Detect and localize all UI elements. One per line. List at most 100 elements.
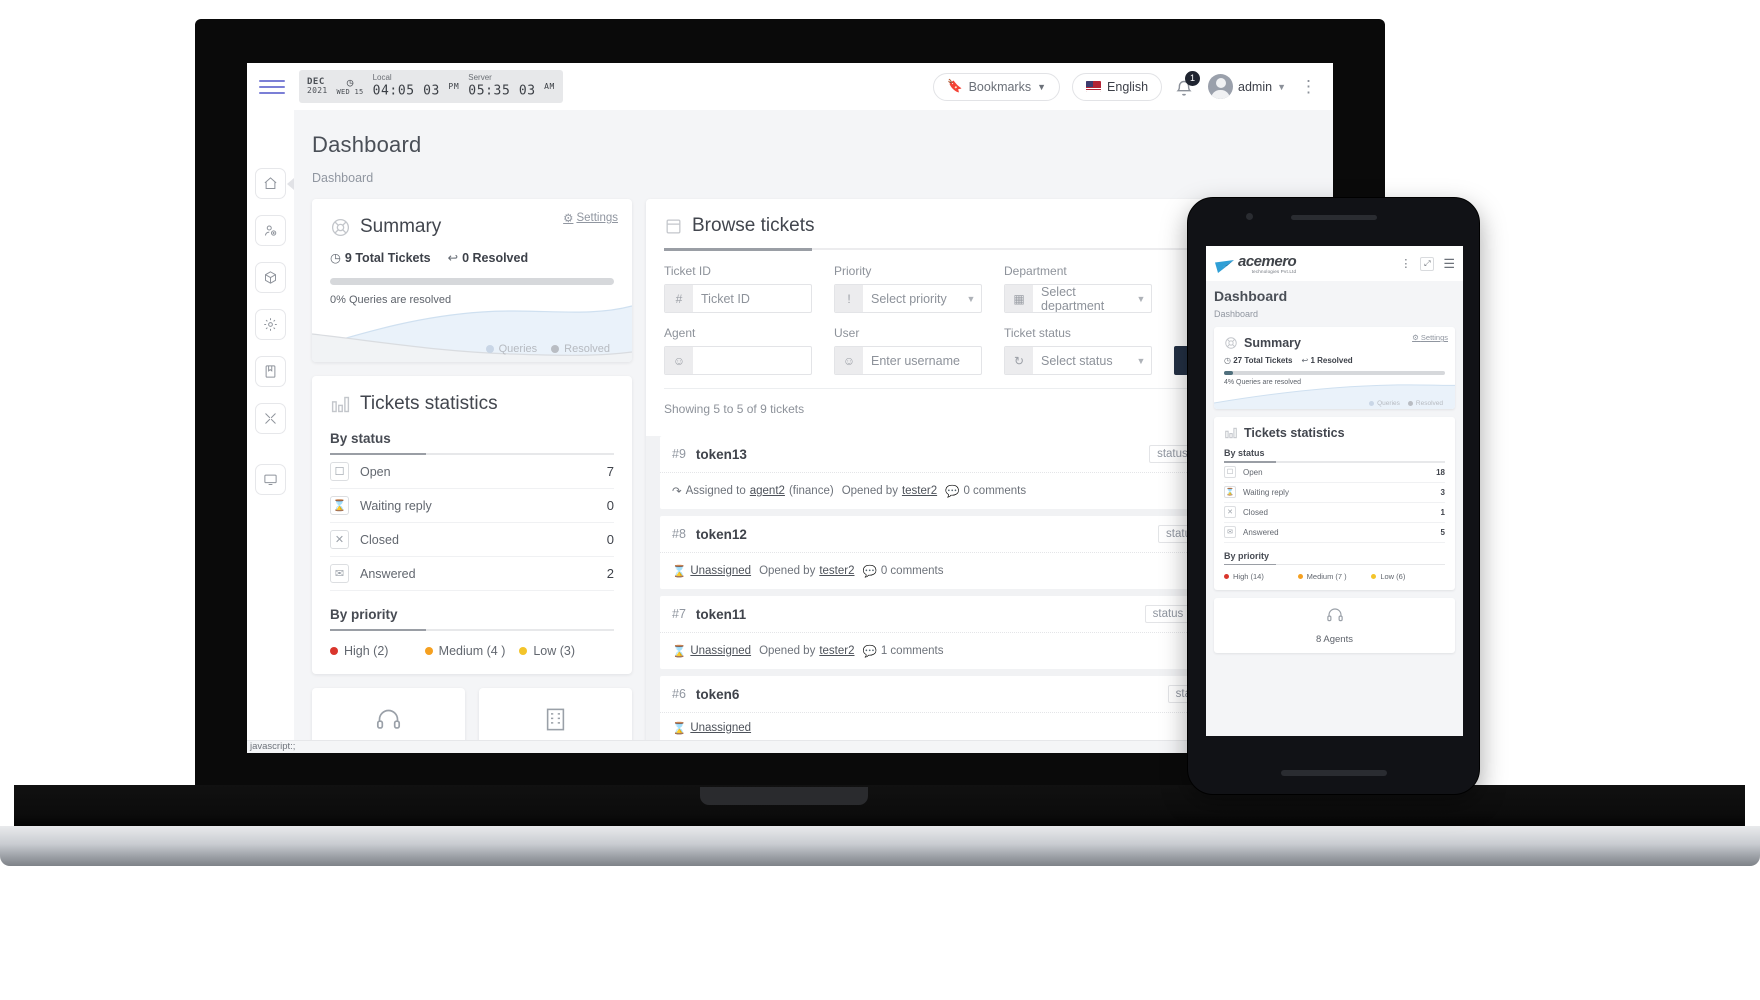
sidebar-item-users[interactable] (255, 215, 286, 246)
sidebar-item-settings[interactable] (255, 309, 286, 340)
opener-link[interactable]: tester2 (819, 565, 854, 577)
filter-label: User (834, 326, 860, 340)
hourglass-icon: ⌛ (672, 646, 687, 658)
expand-icon[interactable]: ⤢ (1420, 256, 1435, 271)
mobile-agents-card[interactable]: 8 Agents (1214, 598, 1455, 653)
filter-label: Ticket status (1004, 326, 1071, 340)
opened-by: Opened by tester2 (841, 485, 938, 497)
chevron-down-icon: ▼ (1136, 355, 1146, 366)
mobile-page-title: Dashboard (1214, 288, 1288, 304)
hourglass-icon: ⌛ (672, 723, 687, 735)
user-icon: ☺ (665, 347, 693, 374)
status-bar: javascript:; (247, 740, 1333, 753)
headset-icon (375, 706, 402, 738)
user-menu[interactable]: admin ▼ (1208, 74, 1286, 99)
building-icon: ▦ (1005, 285, 1033, 312)
assignment: ↷ Assigned to agent2 (finance) (672, 485, 834, 498)
bookmarks-button[interactable]: 🔖 Bookmarks ▼ (933, 72, 1061, 101)
message-icon: ✉ (330, 564, 349, 583)
chevron-down-icon: ▼ (1037, 81, 1047, 92)
status-select[interactable]: Select status (1033, 347, 1131, 374)
sidebar-item-reports[interactable] (255, 356, 286, 387)
agent-input[interactable] (693, 347, 811, 374)
bar-chart-icon (330, 394, 351, 415)
logo-mark-icon (1214, 259, 1236, 274)
chevron-down-icon: ▼ (966, 293, 976, 304)
sidebar-item-display[interactable] (255, 464, 286, 495)
more-options-icon[interactable]: ⋮ (1400, 257, 1411, 270)
priority-high: High (2) (330, 644, 425, 658)
ticket-name: token12 (695, 526, 747, 542)
inbox-icon: ☐ (1224, 466, 1236, 478)
comment-icon: 💬 (862, 566, 877, 578)
priority-select[interactable]: Select priority (863, 285, 961, 312)
summary-title: Summary (360, 216, 442, 237)
filter-label: Ticket ID (664, 264, 711, 278)
mobile-statistics-title-row: Tickets statistics (1224, 426, 1445, 440)
phone-camera (1246, 213, 1253, 220)
ticket-id: #7 (672, 607, 686, 621)
logo-text: acemero (1238, 252, 1297, 270)
sidebar-item-home[interactable] (255, 168, 294, 199)
assignee-link[interactable]: Unassigned (690, 565, 751, 577)
summary-legend: Queries Resolved (485, 343, 610, 355)
clock-local-label: Local (372, 73, 392, 83)
ticket-id: #6 (672, 687, 686, 701)
top-bar-actions: 🔖 Bookmarks ▼ English 1 admin ▼ ⋮ (933, 70, 1333, 101)
phone-screen: acemero technologies Pvt.Ltd ⋮ ⤢ ☰ Dashb… (1206, 246, 1463, 736)
stat-label: Open (360, 464, 391, 479)
mobile-summary-settings-link[interactable]: ⚙ Settings (1412, 333, 1448, 342)
main-content: Dashboard Dashboard ⚙ Settings Summary ◷… (294, 110, 1333, 753)
mobile-top-actions: ⋮ ⤢ ☰ (1400, 256, 1455, 272)
browse-title: Browse tickets (692, 215, 815, 236)
opener-link[interactable]: tester2 (902, 485, 937, 497)
comments: 💬 0 comments (862, 565, 944, 578)
sidebar-item-products[interactable] (255, 262, 286, 293)
page-header: Dashboard Dashboard (294, 110, 1333, 185)
opened-by: Opened by tester2 (759, 645, 855, 657)
mobile-by-status-label: By status (1224, 448, 1265, 458)
language-button[interactable]: English (1072, 72, 1163, 101)
summary-total-tickets: 9 Total Tickets (344, 250, 431, 265)
reply-icon: ↩ (447, 251, 459, 265)
statistics-title: Tickets statistics (360, 393, 498, 414)
filter-ticket-status: Ticket status ↻ Select status ▼ (1004, 326, 1152, 375)
hamburger-icon[interactable]: ☰ (1443, 256, 1455, 272)
sidebar-item-tools[interactable] (255, 403, 286, 434)
dashboard-columns: ⚙ Settings Summary ◷ 9 Total Tickets ↩ 0… (294, 185, 1333, 753)
ticket-name: token6 (695, 686, 740, 702)
mobile-resolved: 1 Resolved (1310, 356, 1353, 365)
notifications-button[interactable]: 1 (1174, 70, 1201, 99)
home-icon (264, 177, 277, 189)
opener-link[interactable]: tester2 (819, 645, 854, 657)
stat-value: 0 (606, 532, 614, 547)
us-flag-icon (1086, 81, 1102, 92)
summary-settings-link[interactable]: ⚙ Settings (563, 211, 618, 225)
assignee-link[interactable]: Unassigned (690, 645, 751, 657)
department-select[interactable]: Select department (1033, 285, 1131, 312)
filter-user: User ☺ Enter username (834, 326, 982, 375)
clock-local-ampm: PM (448, 82, 460, 92)
mobile-stat-row-waiting-reply: ⌛ Waiting reply 3 (1224, 483, 1445, 503)
mobile-stat-row-open: ☐ Open 18 (1224, 463, 1445, 483)
mobile-summary-stats: ◷ 27 Total Tickets ↩ 1 Resolved (1224, 356, 1353, 365)
stat-value: 0 (606, 498, 614, 513)
exclamation-icon: ! (835, 285, 863, 312)
user-input[interactable]: Enter username (863, 347, 981, 374)
mobile-breadcrumb: Dashboard (1214, 309, 1259, 319)
assignment: ⌛ Unassigned (672, 721, 751, 735)
more-options-icon[interactable]: ⋮ (1298, 78, 1319, 95)
assignee-link[interactable]: Unassigned (690, 722, 751, 734)
assignee-link[interactable]: agent2 (750, 485, 785, 497)
hamburger-icon[interactable] (259, 79, 285, 94)
ticket-id-input[interactable]: Ticket ID (693, 285, 811, 312)
summary-card: ⚙ Settings Summary ◷ 9 Total Tickets ↩ 0… (312, 199, 632, 362)
clock-icon: ◷ WED 15 (336, 76, 364, 96)
mobile-progress-bar (1224, 371, 1445, 375)
mobile-summary-card: ⚙ Settings Summary ◷ 27 Total Tickets ↩ … (1214, 327, 1455, 409)
breadcrumb: Dashboard (312, 171, 374, 185)
assign-icon: ↷ (672, 486, 682, 498)
priority-low: Low (3) (519, 644, 614, 658)
assignment: ⌛ Unassigned (672, 564, 751, 578)
hourglass-icon: ⌛ (1224, 486, 1236, 498)
